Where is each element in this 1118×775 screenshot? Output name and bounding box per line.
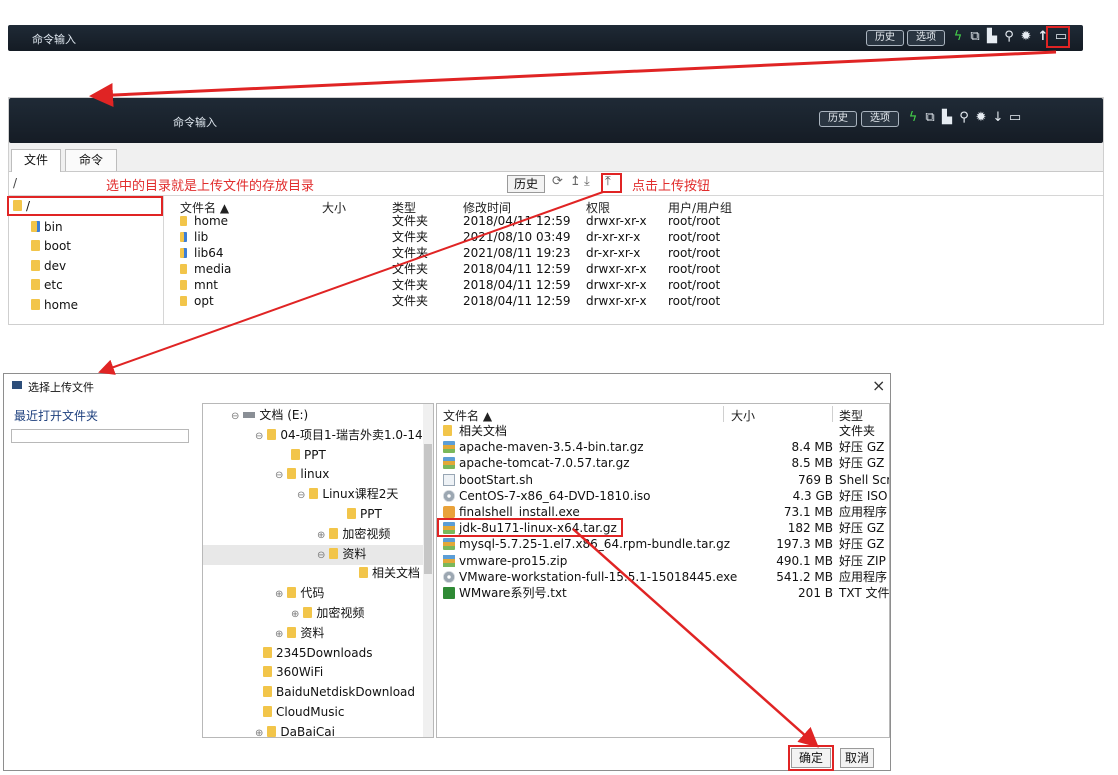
- arrow-1: [89, 50, 1057, 108]
- arrow-2: [98, 191, 604, 375]
- arrow-3: [572, 528, 819, 748]
- annotation-arrows: [89, 50, 1057, 748]
